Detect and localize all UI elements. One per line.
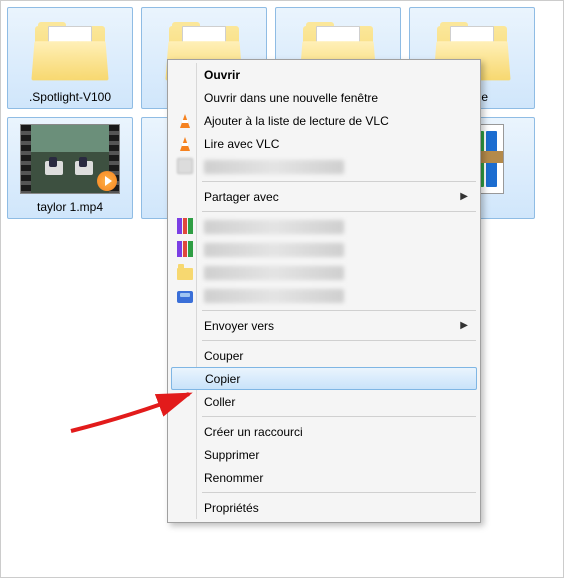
- video-thumbnail: [20, 124, 120, 194]
- menu-create-shortcut[interactable]: Créer un raccourci: [170, 420, 478, 443]
- context-menu: Ouvrir Ouvrir dans une nouvelle fenêtre …: [167, 59, 481, 523]
- menu-separator: [202, 310, 476, 311]
- menu-cut[interactable]: Couper: [170, 344, 478, 367]
- menu-separator: [202, 340, 476, 341]
- menu-send-to[interactable]: Envoyer vers ▶: [170, 314, 478, 337]
- menu-item-obscured[interactable]: [170, 238, 478, 261]
- folder-icon: [30, 14, 110, 84]
- vlc-icon: [176, 111, 194, 129]
- file-label: .Spotlight-V100: [29, 90, 111, 104]
- menu-vlc-play[interactable]: Lire avec VLC: [170, 132, 478, 155]
- file-label: taylor 1.mp4: [37, 200, 103, 214]
- menu-properties[interactable]: Propriétés: [170, 496, 478, 519]
- menu-paste[interactable]: Coller: [170, 390, 478, 413]
- menu-rename[interactable]: Renommer: [170, 466, 478, 489]
- submenu-arrow-icon: ▶: [460, 320, 468, 331]
- menu-open[interactable]: Ouvrir: [170, 63, 478, 86]
- generic-icon: [176, 157, 194, 175]
- menu-separator: [202, 211, 476, 212]
- submenu-arrow-icon: ▶: [460, 191, 468, 202]
- archive-icon: [176, 240, 194, 258]
- disk-icon: [176, 286, 194, 304]
- menu-delete[interactable]: Supprimer: [170, 443, 478, 466]
- menu-separator: [202, 492, 476, 493]
- menu-separator: [202, 181, 476, 182]
- play-icon: [97, 171, 117, 191]
- archive-icon: [176, 217, 194, 235]
- video-taylor1[interactable]: taylor 1.mp4: [7, 117, 133, 219]
- menu-item-obscured[interactable]: [170, 284, 478, 307]
- menu-vlc-add-playlist[interactable]: Ajouter à la liste de lecture de VLC: [170, 109, 478, 132]
- menu-open-new-window[interactable]: Ouvrir dans une nouvelle fenêtre: [170, 86, 478, 109]
- menu-item-obscured[interactable]: [170, 155, 478, 178]
- menu-item-obscured[interactable]: [170, 215, 478, 238]
- menu-copy[interactable]: Copier: [171, 367, 477, 390]
- folder-spotlight[interactable]: .Spotlight-V100: [7, 7, 133, 109]
- menu-share-with[interactable]: Partager avec ▶: [170, 185, 478, 208]
- vlc-icon: [176, 134, 194, 152]
- menu-separator: [202, 416, 476, 417]
- folder-icon: [176, 263, 194, 281]
- menu-item-obscured[interactable]: [170, 261, 478, 284]
